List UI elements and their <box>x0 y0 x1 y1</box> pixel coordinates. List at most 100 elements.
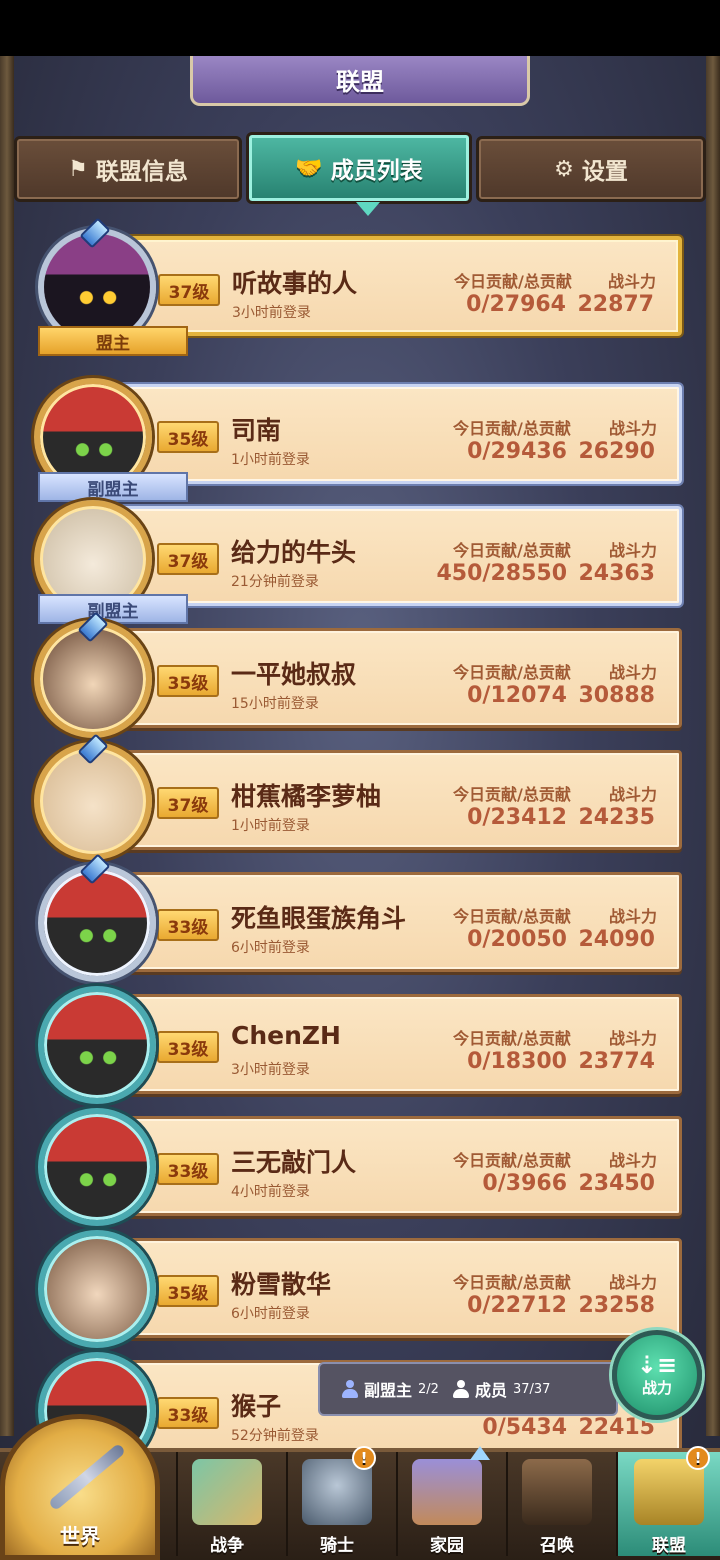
nav-alliance[interactable]: 联盟 ! <box>616 1446 720 1556</box>
tab-label: 设置 <box>581 159 628 185</box>
vice-leader-icon <box>342 1380 358 1398</box>
member-row[interactable]: 33级 三无敲门人 4小时前登录 今日贡献/总贡献 0/3966 战斗力 234… <box>120 1116 682 1216</box>
nav-home[interactable]: 家园 <box>396 1452 496 1556</box>
last-login: 1小时前登录 <box>231 818 310 834</box>
member-name: ChenZH <box>231 1021 341 1050</box>
frame-left <box>0 56 14 1436</box>
tab-alliance-info[interactable]: ⚑ 联盟信息 <box>14 136 242 202</box>
tab-member-list[interactable]: 🤝 成员列表 <box>246 132 472 204</box>
member-icon <box>452 1380 469 1398</box>
level-badge: 33级 <box>157 909 219 941</box>
member-name: 听故事的人 <box>232 269 358 298</box>
member-name: 猴子 <box>231 1392 282 1421</box>
contribution-label: 今日贡献/总贡献 <box>453 663 571 682</box>
contribution-value: 450/28550 <box>436 561 568 586</box>
last-login: 6小时前登录 <box>231 1306 310 1322</box>
nav-war[interactable]: 战争 <box>176 1452 276 1556</box>
role-ribbon-vice: 副盟主 <box>38 472 188 502</box>
member-name: 给力的牛头 <box>231 538 357 567</box>
member-count-value: 37/37 <box>512 1381 551 1397</box>
vice-count-label: 副盟主 <box>364 1381 413 1400</box>
power-label: 战斗力 <box>608 541 657 560</box>
power-label: 战斗力 <box>608 1273 657 1292</box>
house-icon <box>412 1459 482 1525</box>
member-avatar[interactable] <box>38 986 156 1104</box>
level-badge: 33级 <box>157 1397 219 1429</box>
member-row[interactable]: 35级 粉雪散华 6小时前登录 今日贡献/总贡献 0/22712 战斗力 232… <box>120 1238 682 1338</box>
member-name: 三无敲门人 <box>231 1148 357 1177</box>
train-icon <box>522 1459 592 1525</box>
nav-world[interactable]: 世界 <box>0 1414 160 1560</box>
level-badge: 37级 <box>157 543 219 575</box>
power-value: 22877 <box>577 292 654 317</box>
power-label: 战斗力 <box>608 663 657 682</box>
contribution-value: 0/18300 <box>467 1049 567 1074</box>
sort-by-power-button[interactable]: ⇣≡ 战力 <box>612 1330 702 1420</box>
last-login: 3小时前登录 <box>231 1062 310 1078</box>
tab-label: 成员列表 <box>330 158 423 184</box>
power-value: 26290 <box>578 439 655 464</box>
contribution-value: 0/20050 <box>467 927 567 952</box>
page-title: 联盟 <box>190 56 530 106</box>
member-row[interactable]: 37级 听故事的人 3小时前登录 今日贡献/总贡献 0/27964 战斗力 22… <box>120 236 682 336</box>
last-login: 4小时前登录 <box>231 1184 310 1200</box>
flag-icon: ⚑ <box>68 156 88 182</box>
level-badge: 35级 <box>157 665 219 697</box>
member-row[interactable]: 33级 ChenZH 3小时前登录 今日贡献/总贡献 0/18300 战斗力 2… <box>120 994 682 1094</box>
member-name: 一平她叔叔 <box>231 660 357 689</box>
member-name: 柑蕉橘李萝柚 <box>231 782 382 811</box>
active-tab-pointer <box>356 202 380 216</box>
frame-right <box>706 56 720 1436</box>
tab-bar: ⚑ 联盟信息 🤝 成员列表 ⚙ 设置 <box>14 132 706 216</box>
power-value: 22415 <box>578 1415 655 1440</box>
level-badge: 37级 <box>158 274 220 306</box>
contribution-value: 0/12074 <box>467 683 567 708</box>
contribution-value: 0/5434 <box>482 1415 567 1440</box>
contribution-value: 0/27964 <box>466 292 566 317</box>
compass-icon <box>47 1442 127 1512</box>
contribution-label: 今日贡献/总贡献 <box>453 907 571 926</box>
up-arrow-icon <box>470 1446 490 1460</box>
power-value: 23450 <box>578 1171 655 1196</box>
member-avatar[interactable] <box>38 1230 156 1348</box>
nav-label: 战争 <box>210 1536 244 1556</box>
last-login: 21分钟前登录 <box>231 574 319 590</box>
contribution-value: 0/3966 <box>482 1171 567 1196</box>
nav-label: 联盟 <box>652 1536 686 1556</box>
tab-settings[interactable]: ⚙ 设置 <box>476 136 706 202</box>
level-badge: 35级 <box>157 421 219 453</box>
member-row[interactable]: 35级 一平她叔叔 15小时前登录 今日贡献/总贡献 0/12074 战斗力 3… <box>120 628 682 728</box>
power-value: 24090 <box>578 927 655 952</box>
member-count-label: 成员 <box>474 1381 507 1400</box>
last-login: 15小时前登录 <box>231 696 319 712</box>
member-row[interactable]: 37级 柑蕉橘李萝柚 1小时前登录 今日贡献/总贡献 0/23412 战斗力 2… <box>120 750 682 850</box>
member-row[interactable]: 35级 司南 1小时前登录 今日贡献/总贡献 0/29436 战斗力 26290 <box>120 384 682 484</box>
nav-label: 世界 <box>60 1524 100 1548</box>
power-label: 战斗力 <box>607 272 656 291</box>
power-button-label: 战力 <box>641 1378 672 1397</box>
contribution-label: 今日贡献/总贡献 <box>453 1151 571 1170</box>
power-label: 战斗力 <box>608 907 657 926</box>
sort-icon: ⇣≡ <box>636 1350 678 1379</box>
map-icon <box>192 1459 262 1525</box>
status-bar <box>0 0 720 56</box>
role-ribbon-vice: 副盟主 <box>38 594 188 624</box>
nav-label: 骑士 <box>320 1536 354 1556</box>
member-avatar[interactable] <box>38 1108 156 1226</box>
member-row[interactable]: 37级 给力的牛头 21分钟前登录 今日贡献/总贡献 450/28550 战斗力… <box>120 506 682 606</box>
contribution-value: 0/22712 <box>467 1293 567 1318</box>
nav-label: 召唤 <box>540 1536 574 1556</box>
member-name: 死鱼眼蛋族角斗 <box>231 904 407 933</box>
nav-knight[interactable]: 骑士 ! <box>286 1446 386 1556</box>
last-login: 3小时前登录 <box>232 305 311 321</box>
member-name: 司南 <box>231 416 282 445</box>
nav-summon[interactable]: 召唤 <box>506 1452 606 1556</box>
power-value: 23258 <box>578 1293 655 1318</box>
contribution-label: 今日贡献/总贡献 <box>453 785 571 804</box>
contribution-label: 今日贡献/总贡献 <box>453 419 571 438</box>
last-login: 6小时前登录 <box>231 940 310 956</box>
member-row[interactable]: 33级 死鱼眼蛋族角斗 6小时前登录 今日贡献/总贡献 0/20050 战斗力 … <box>120 872 682 972</box>
gear-icon: ⚙ <box>554 156 574 182</box>
member-avatar[interactable] <box>38 864 156 982</box>
level-badge: 35级 <box>157 1275 219 1307</box>
